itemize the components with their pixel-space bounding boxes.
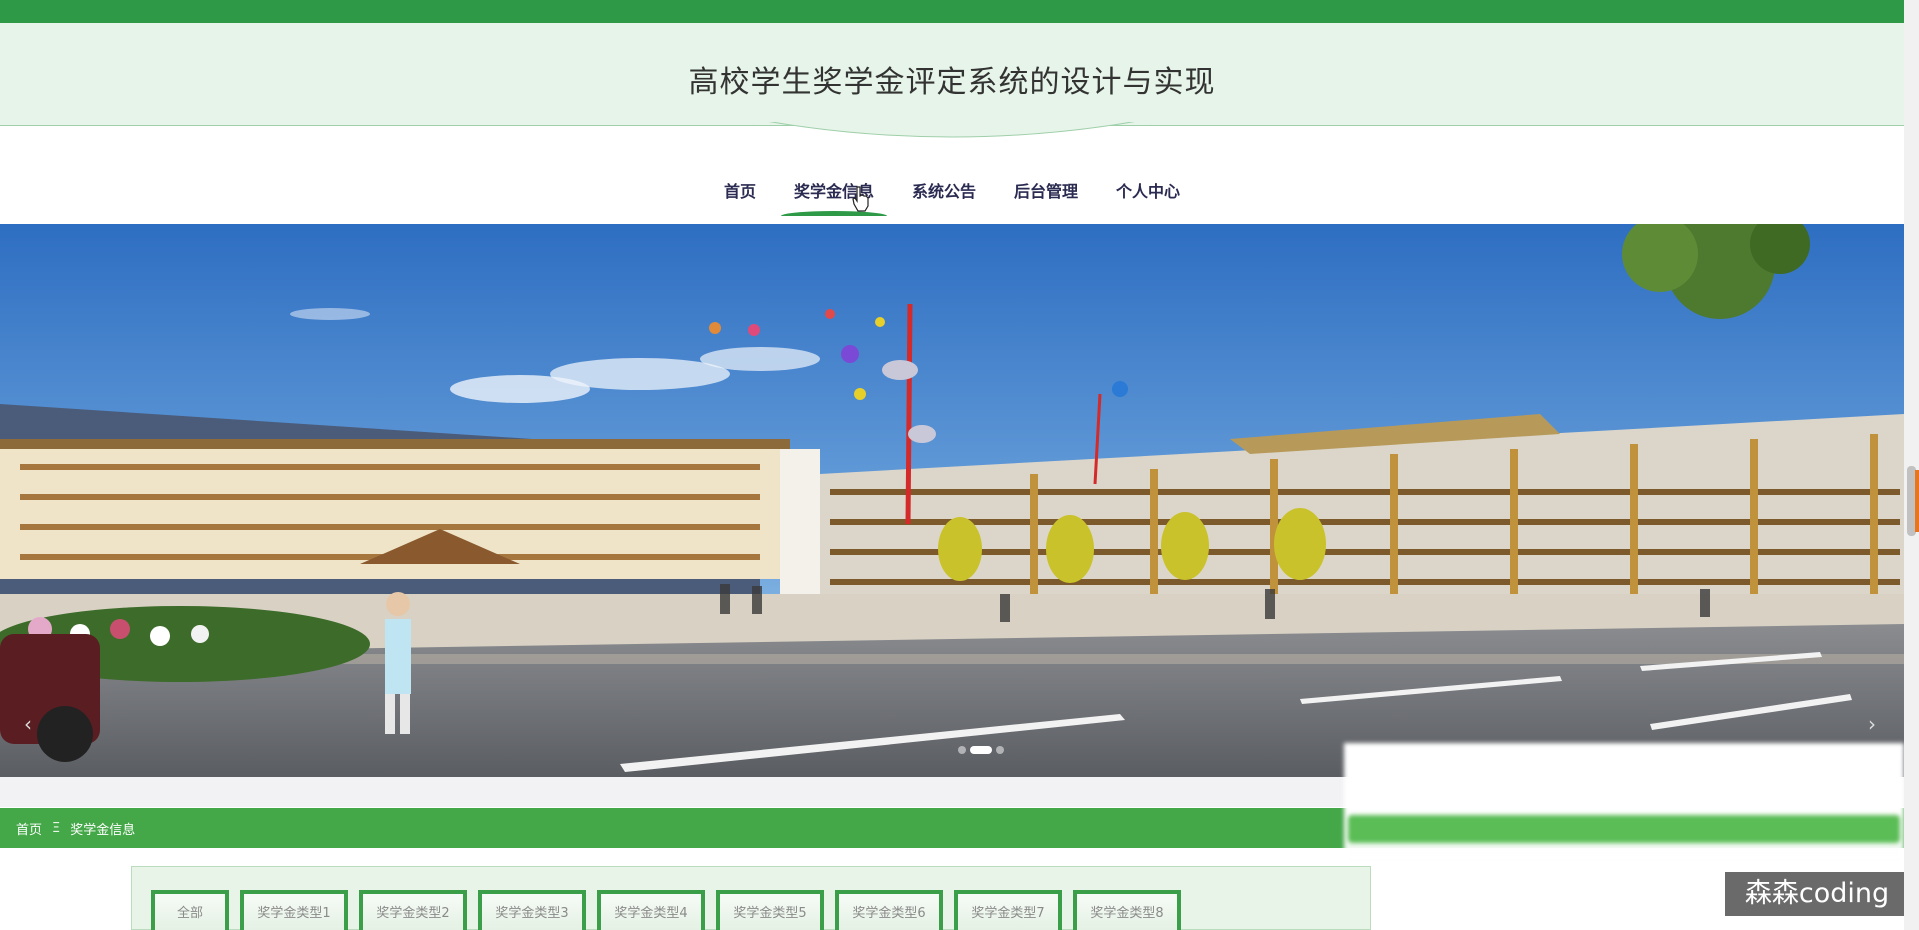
banner-prev-arrow[interactable]: ‹ [24, 712, 32, 736]
category-type-1-button[interactable]: 奖学金类型1 [240, 890, 348, 930]
breadcrumb-home[interactable]: 首页 [16, 819, 42, 838]
nav-item-home[interactable]: 首页 [705, 170, 775, 210]
category-type-2-button[interactable]: 奖学金类型2 [359, 890, 467, 930]
main-nav: 首页 奖学金信息 系统公告 后台管理 个人中心 [0, 170, 1904, 216]
nav-item-admin[interactable]: 后台管理 [995, 170, 1097, 210]
category-type-3-button[interactable]: 奖学金类型3 [478, 890, 586, 930]
watermark: 森森coding [1725, 872, 1909, 916]
page: 高校学生奖学金评定系统的设计与实现 首页 奖学金信息 系统公告 后台管理 个人中… [0, 0, 1919, 930]
header-curve-decoration [759, 120, 1145, 138]
category-type-8-button[interactable]: 奖学金类型8 [1073, 890, 1181, 930]
nav-item-profile[interactable]: 个人中心 [1097, 170, 1199, 210]
scrollbar-marker [1915, 470, 1919, 532]
banner-next-arrow[interactable]: › [1868, 712, 1876, 736]
top-accent-bar [0, 0, 1904, 23]
category-type-6-button[interactable]: 奖学金类型6 [835, 890, 943, 930]
banner-pagination [958, 746, 1004, 754]
category-type-5-button[interactable]: 奖学金类型5 [716, 890, 824, 930]
category-all-button[interactable]: 全部 [151, 890, 229, 930]
banner-dot-active[interactable] [970, 746, 992, 754]
category-filter-list: 全部 奖学金类型1 奖学金类型2 奖学金类型3 奖学金类型4 奖学金类型5 奖学… [151, 890, 1181, 930]
site-header: 高校学生奖学金评定系统的设计与实现 [0, 23, 1904, 126]
banner-dot[interactable] [996, 746, 1004, 754]
banner-dot[interactable] [958, 746, 966, 754]
site-title: 高校学生奖学金评定系统的设计与实现 [688, 65, 1216, 100]
nav-item-scholarship-info[interactable]: 奖学金信息 [775, 170, 893, 216]
blurred-overlay [1344, 743, 1904, 863]
hero-banner[interactable]: ‹ › [0, 224, 1904, 777]
pointer-hand-icon [852, 186, 869, 212]
breadcrumb-separator: Ξ [52, 820, 61, 836]
nav-item-announcements[interactable]: 系统公告 [893, 170, 995, 210]
blurred-bar [1348, 815, 1900, 843]
campus-illustration [0, 224, 1904, 777]
breadcrumb-current: 奖学金信息 [70, 822, 136, 838]
page-scrollbar[interactable] [1904, 0, 1919, 930]
category-type-4-button[interactable]: 奖学金类型4 [597, 890, 705, 930]
category-type-7-button[interactable]: 奖学金类型7 [954, 890, 1062, 930]
